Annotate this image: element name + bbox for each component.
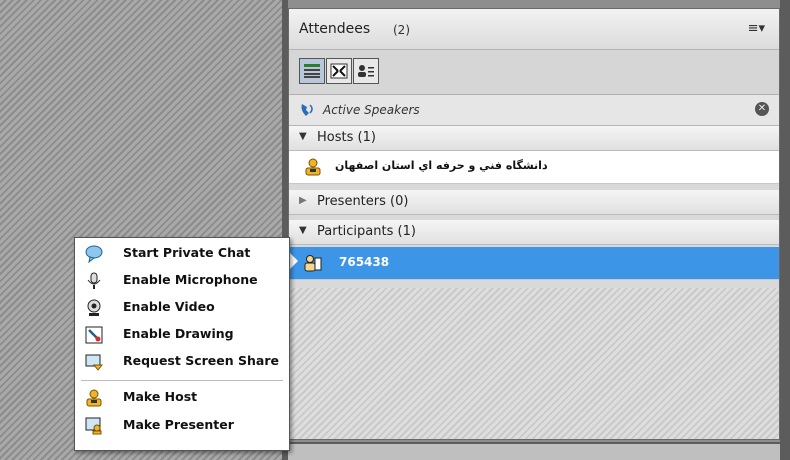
menu-item-enable-drawing[interactable]: Enable Drawing [75, 322, 289, 348]
section-participants[interactable]: ▼ Participants (1) [289, 220, 779, 245]
menu-item-enable-microphone[interactable]: Enable Microphone [75, 268, 289, 294]
close-icon[interactable]: ✕ [755, 102, 769, 116]
chat-icon [85, 245, 103, 264]
menu-item-label: Request Screen Share [123, 353, 279, 368]
menu-separator [81, 380, 283, 381]
section-presenters-label: Presenters (0) [317, 194, 409, 209]
participant-context-menu: Start Private Chat Enable Microphone Ena… [74, 237, 290, 451]
menu-item-label: Start Private Chat [123, 245, 251, 260]
list-item-participant[interactable]: 765438 [289, 247, 779, 280]
menu-item-label: Enable Microphone [123, 272, 258, 287]
list-view-button[interactable] [299, 58, 325, 84]
menu-item-request-screen-share[interactable]: Request Screen Share [75, 349, 289, 375]
collapsed-triangle-icon: ▶ [299, 195, 307, 206]
list-view-icon [304, 64, 320, 78]
menu-item-label: Enable Drawing [123, 326, 234, 341]
participant-name: 765438 [339, 255, 390, 269]
context-menu-pointer [289, 252, 298, 270]
phone-speaker-icon [299, 101, 317, 123]
presenter-icon [85, 417, 103, 435]
breakout-view-button[interactable] [326, 58, 352, 84]
view-toolbar [289, 50, 779, 95]
menu-item-make-host[interactable]: Make Host [75, 385, 289, 411]
active-speakers-label: Active Speakers [323, 103, 420, 117]
attendee-count: (2) [393, 23, 410, 37]
section-hosts-label: Hosts (1) [317, 130, 376, 145]
breakout-icon [330, 63, 348, 79]
menu-item-start-private-chat[interactable]: Start Private Chat [75, 241, 289, 267]
expanded-triangle-icon: ▼ [299, 225, 307, 236]
person-list-icon [358, 65, 374, 77]
pod-header: Attendees (2) ≡▾ [289, 9, 779, 50]
screen-share-icon [85, 353, 104, 371]
host-user-icon [303, 157, 323, 181]
section-hosts[interactable]: ▼ Hosts (1) [289, 126, 779, 151]
attendees-pod: Attendees (2) ≡▾ Active Speakers ✕ ▼ Hos… [288, 8, 780, 440]
menu-item-label: Make Presenter [123, 417, 234, 432]
drawing-icon [85, 326, 103, 344]
section-presenters[interactable]: ▶ Presenters (0) [289, 190, 779, 215]
menu-item-label: Enable Video [123, 299, 215, 314]
expanded-triangle-icon: ▼ [299, 131, 307, 142]
menu-item-enable-video[interactable]: Enable Video [75, 295, 289, 321]
bottom-pod-edge [288, 442, 780, 460]
section-participants-label: Participants (1) [317, 224, 416, 239]
status-view-button[interactable] [353, 58, 379, 84]
host-name: دانشگاه فني و حرفه اي استان اصفهان [335, 159, 548, 172]
list-menu-icon: ≡▾ [747, 21, 765, 36]
empty-list-area [289, 288, 779, 439]
pod-menu-button[interactable]: ≡▾ [748, 21, 765, 36]
host-icon [85, 389, 103, 407]
divider-right [780, 0, 790, 460]
microphone-icon [85, 272, 103, 290]
menu-item-label: Make Host [123, 389, 198, 404]
active-speakers-bar[interactable]: Active Speakers ✕ [289, 95, 779, 126]
pod-title: Attendees [299, 21, 371, 37]
participant-icon [303, 253, 323, 277]
menu-item-make-presenter[interactable]: Make Presenter [75, 413, 289, 439]
list-item-host[interactable]: دانشگاه فني و حرفه اي استان اصفهان [289, 151, 779, 184]
webcam-icon [85, 299, 103, 317]
